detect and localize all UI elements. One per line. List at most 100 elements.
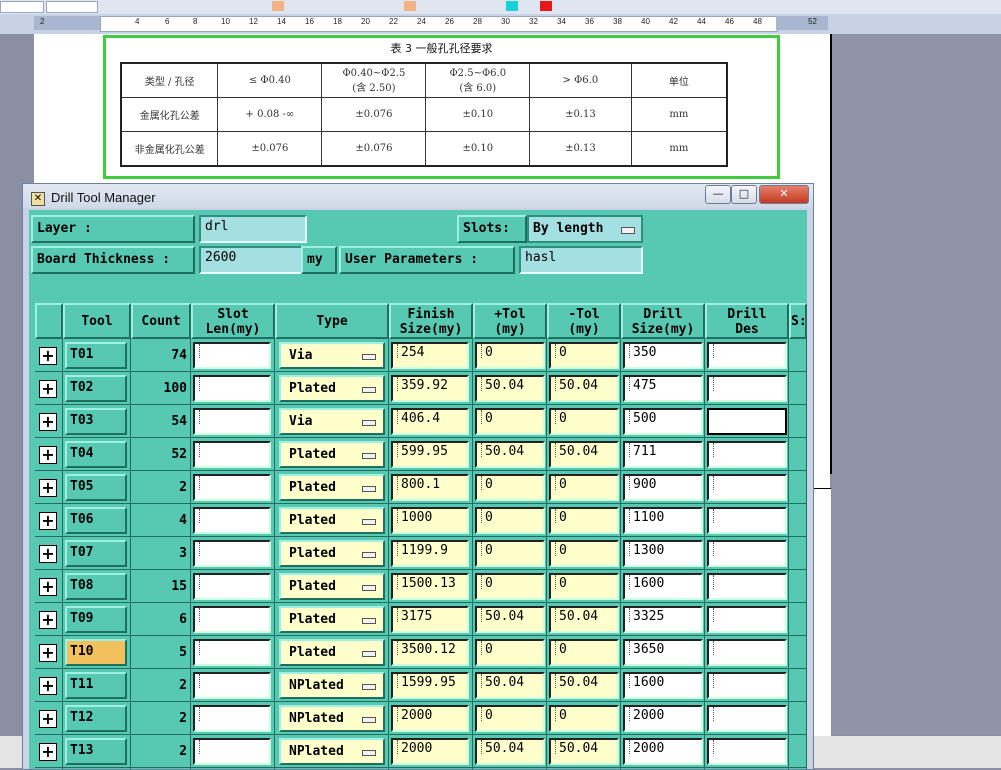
tool-button[interactable]: T05 bbox=[65, 474, 127, 501]
shading-icon[interactable] bbox=[506, 1, 518, 11]
minus-tol-field[interactable]: 0 bbox=[549, 507, 619, 534]
finish-size-field[interactable]: 599.95 bbox=[391, 441, 469, 468]
minus-tol-field[interactable]: 0 bbox=[549, 639, 619, 666]
expand-icon[interactable]: + bbox=[39, 677, 57, 695]
type-dropdown[interactable]: NPlated bbox=[279, 738, 385, 765]
slot-length-field[interactable] bbox=[193, 738, 271, 765]
drill-size-field[interactable]: 3325 bbox=[623, 606, 703, 633]
slot-length-field[interactable] bbox=[193, 573, 271, 600]
drill-des-field[interactable] bbox=[707, 672, 787, 699]
type-dropdown[interactable]: Plated bbox=[279, 573, 385, 600]
drill-size-field[interactable]: 711 bbox=[623, 441, 703, 468]
slot-length-field[interactable] bbox=[193, 375, 271, 402]
minus-tol-field[interactable]: 50.04 bbox=[549, 606, 619, 633]
drill-size-field[interactable]: 500 bbox=[623, 408, 703, 435]
drill-des-field[interactable] bbox=[707, 738, 787, 765]
plus-tol-field[interactable]: 50.04 bbox=[475, 606, 545, 633]
minus-tol-field[interactable]: 0 bbox=[549, 573, 619, 600]
slot-length-field[interactable] bbox=[193, 639, 271, 666]
finish-size-field[interactable]: 800.1 bbox=[391, 474, 469, 501]
drill-size-field[interactable]: 350 bbox=[623, 342, 703, 369]
minus-tol-field[interactable]: 0 bbox=[549, 540, 619, 567]
type-dropdown[interactable]: NPlated bbox=[279, 672, 385, 699]
tool-button[interactable]: T08 bbox=[65, 573, 127, 600]
minus-tol-field[interactable]: 0 bbox=[549, 408, 619, 435]
drill-size-field[interactable]: 1100 bbox=[623, 507, 703, 534]
font-name-box[interactable] bbox=[0, 1, 44, 13]
expand-icon[interactable]: + bbox=[39, 710, 57, 728]
slot-length-field[interactable] bbox=[193, 705, 271, 732]
slot-length-field[interactable] bbox=[193, 606, 271, 633]
expand-icon[interactable]: + bbox=[39, 578, 57, 596]
drill-size-field[interactable]: 1600 bbox=[623, 672, 703, 699]
slot-length-field[interactable] bbox=[193, 474, 271, 501]
finish-size-field[interactable]: 2000 bbox=[391, 705, 469, 732]
expand-icon[interactable]: + bbox=[39, 545, 57, 563]
slot-length-field[interactable] bbox=[193, 540, 271, 567]
finish-size-field[interactable]: 254 bbox=[391, 342, 469, 369]
expand-icon[interactable]: + bbox=[39, 743, 57, 761]
finish-size-field[interactable]: 359.92 bbox=[391, 375, 469, 402]
type-dropdown[interactable]: NPlated bbox=[279, 705, 385, 732]
user-parameters-field[interactable]: hasl bbox=[519, 246, 643, 274]
finish-size-field[interactable]: 406.4 bbox=[391, 408, 469, 435]
user-parameters-button[interactable]: User Parameters : bbox=[339, 246, 515, 274]
plus-tol-field[interactable]: 50.04 bbox=[475, 672, 545, 699]
maximize-button[interactable]: □ bbox=[731, 185, 757, 204]
plus-tol-field[interactable]: 0 bbox=[475, 507, 545, 534]
drill-size-field[interactable]: 900 bbox=[623, 474, 703, 501]
finish-size-field[interactable]: 3500.12 bbox=[391, 639, 469, 666]
type-dropdown[interactable]: Plated bbox=[279, 441, 385, 468]
drill-des-field[interactable] bbox=[707, 639, 787, 666]
drill-des-field[interactable] bbox=[707, 342, 787, 369]
plus-tol-field[interactable]: 0 bbox=[475, 342, 545, 369]
tool-button[interactable]: T13 bbox=[65, 738, 127, 765]
finish-size-field[interactable]: 1500.13 bbox=[391, 573, 469, 600]
finish-size-field[interactable]: 1599.95 bbox=[391, 672, 469, 699]
minus-tol-field[interactable]: 0 bbox=[549, 342, 619, 369]
tool-button[interactable]: T10 bbox=[65, 639, 127, 666]
slots-dropdown[interactable]: By length bbox=[527, 215, 643, 243]
type-dropdown[interactable]: Via bbox=[279, 408, 385, 435]
finish-size-field[interactable]: 1000 bbox=[391, 507, 469, 534]
tool-button[interactable]: T07 bbox=[65, 540, 127, 567]
plus-tol-field[interactable]: 50.04 bbox=[475, 441, 545, 468]
drill-des-field[interactable] bbox=[707, 705, 787, 732]
plus-tol-field[interactable]: 0 bbox=[475, 540, 545, 567]
slot-length-field[interactable] bbox=[193, 672, 271, 699]
title-bar[interactable]: ✕ Drill Tool Manager — □ ✕ bbox=[23, 184, 813, 208]
plus-tol-field[interactable]: 50.04 bbox=[475, 738, 545, 765]
finish-size-field[interactable]: 1199.9 bbox=[391, 540, 469, 567]
tool-button[interactable]: T04 bbox=[65, 441, 127, 468]
close-button[interactable]: ✕ bbox=[759, 185, 809, 204]
slot-length-field[interactable] bbox=[193, 408, 271, 435]
plus-tol-field[interactable]: 0 bbox=[475, 639, 545, 666]
expand-icon[interactable]: + bbox=[39, 644, 57, 662]
finish-size-field[interactable]: 2000 bbox=[391, 738, 469, 765]
minus-tol-field[interactable]: 50.04 bbox=[549, 738, 619, 765]
minus-tol-field[interactable]: 50.04 bbox=[549, 375, 619, 402]
plus-tol-field[interactable]: 0 bbox=[475, 573, 545, 600]
tool-button[interactable]: T01 bbox=[65, 342, 127, 369]
plus-tol-field[interactable]: 0 bbox=[475, 474, 545, 501]
drill-size-field[interactable]: 2000 bbox=[623, 738, 703, 765]
highlight-icon[interactable] bbox=[404, 1, 416, 11]
drill-des-field[interactable] bbox=[707, 573, 787, 600]
tool-button[interactable]: T12 bbox=[65, 705, 127, 732]
drill-des-field[interactable] bbox=[707, 606, 787, 633]
plus-tol-field[interactable]: 50.04 bbox=[475, 375, 545, 402]
drill-des-field[interactable] bbox=[707, 540, 787, 567]
drill-des-field[interactable] bbox=[707, 474, 787, 501]
format-icon[interactable] bbox=[272, 1, 284, 11]
minus-tol-field[interactable]: 0 bbox=[549, 705, 619, 732]
type-dropdown[interactable]: Plated bbox=[279, 474, 385, 501]
type-dropdown[interactable]: Plated bbox=[279, 540, 385, 567]
tool-button[interactable]: T03 bbox=[65, 408, 127, 435]
tool-button[interactable]: T06 bbox=[65, 507, 127, 534]
expand-icon[interactable]: + bbox=[39, 611, 57, 629]
minus-tol-field[interactable]: 50.04 bbox=[549, 441, 619, 468]
layer-field[interactable]: drl bbox=[199, 215, 307, 243]
type-dropdown[interactable]: Plated bbox=[279, 606, 385, 633]
drill-size-field[interactable]: 475 bbox=[623, 375, 703, 402]
font-size-box[interactable] bbox=[46, 1, 98, 13]
